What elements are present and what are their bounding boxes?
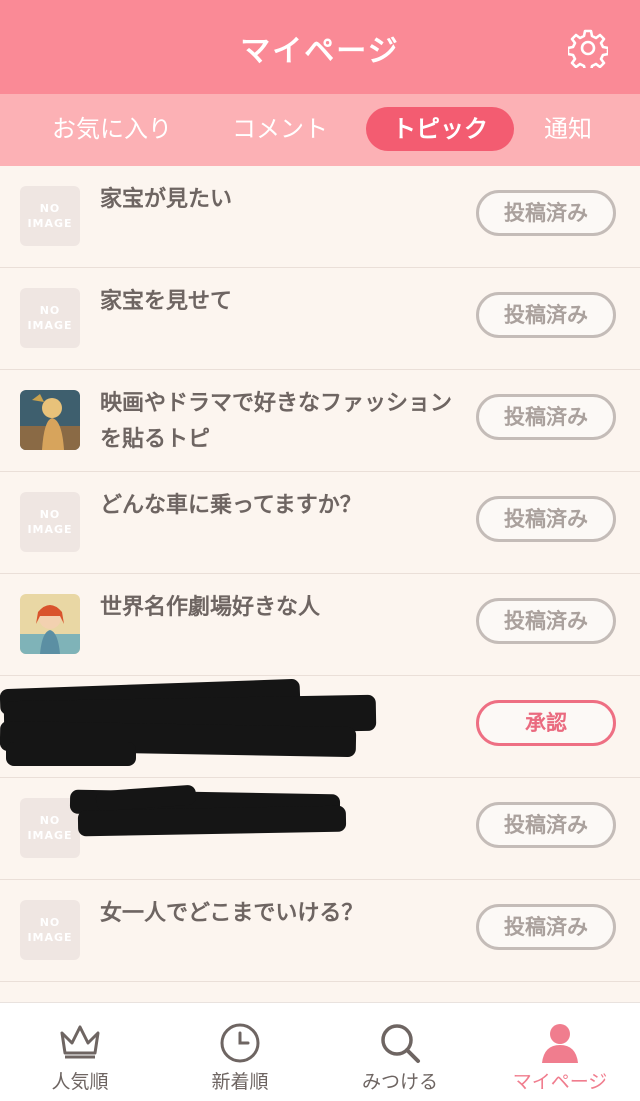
nav-label: マイページ: [512, 1071, 608, 1093]
tab-favorites[interactable]: お気に入り: [40, 107, 184, 151]
topic-title: 女一人でどこまでいける？: [100, 901, 364, 926]
tab-bar: お気に入り コメント トピック 通知: [0, 94, 640, 166]
tab-topics[interactable]: トピック: [366, 107, 514, 151]
topic-thumbnail: [20, 390, 80, 450]
nav-search[interactable]: みつける: [320, 1003, 480, 1101]
tab-comments[interactable]: コメント: [220, 107, 340, 151]
bottom-nav: 人気順 新着順 みつける マイページ: [0, 1002, 640, 1101]
header: マイページ: [0, 0, 640, 94]
topic-title: 映画やドラマで好きなファッションを貼るトピ: [100, 391, 453, 452]
tab-notifications[interactable]: 通知: [534, 107, 602, 151]
nav-label: みつける: [361, 1071, 438, 1093]
list-item[interactable]: NO IMAGE 女一人でどこまでいける？ 投稿済み: [0, 880, 640, 982]
topic-title: 家宝を見せて: [100, 289, 233, 314]
topic-title: 世界名作劇場好きな人: [100, 595, 321, 620]
list-item[interactable]: NO IMAGE 家宝を見せて 投稿済み: [0, 268, 640, 370]
redaction-mark: [6, 742, 136, 766]
status-badge[interactable]: 投稿済み: [476, 394, 616, 440]
status-badge[interactable]: 投稿済み: [476, 802, 616, 848]
nav-mypage[interactable]: マイページ: [480, 1003, 640, 1101]
gear-icon[interactable]: [566, 28, 610, 73]
status-badge[interactable]: 投稿済み: [476, 190, 616, 236]
redaction-mark: [77, 805, 347, 837]
status-badge[interactable]: 投稿済み: [476, 598, 616, 644]
no-image-thumbnail: NO IMAGE: [20, 288, 80, 348]
nav-label: 新着順: [211, 1071, 269, 1093]
approve-button[interactable]: 承認: [476, 700, 616, 746]
no-image-thumbnail: NO IMAGE: [20, 900, 80, 960]
list-item[interactable]: 映画やドラマで好きなファッションを貼るトピ 投稿済み: [0, 370, 640, 472]
status-badge[interactable]: 投稿済み: [476, 292, 616, 338]
list-item[interactable]: NO IMAGE 家宝が見たい 投稿済み: [0, 166, 640, 268]
no-image-thumbnail: NO IMAGE: [20, 492, 80, 552]
search-icon: [381, 1024, 420, 1063]
nav-newest[interactable]: 新着順: [160, 1003, 320, 1101]
topic-title: どんな車に乗ってますか？: [100, 493, 362, 518]
crown-icon: [60, 1025, 100, 1059]
page-title: マイページ: [240, 34, 400, 69]
nav-popular[interactable]: 人気順: [0, 1003, 160, 1101]
list-item[interactable]: 承認: [0, 676, 640, 778]
status-badge[interactable]: 投稿済み: [476, 496, 616, 542]
no-image-thumbnail: NO IMAGE: [20, 186, 80, 246]
nav-label: 人気順: [51, 1071, 109, 1093]
user-icon: [542, 1024, 578, 1063]
clock-icon: [220, 1023, 260, 1063]
list-item[interactable]: NO IMAGE どんな車に乗ってますか？ 投稿済み: [0, 472, 640, 574]
status-badge[interactable]: 投稿済み: [476, 904, 616, 950]
list-item[interactable]: NO IMAGE 投稿済み: [0, 778, 640, 880]
list-item[interactable]: 世界名作劇場好きな人 投稿済み: [0, 574, 640, 676]
topic-list: NO IMAGE 家宝が見たい 投稿済み NO IMAGE 家宝を見せて 投稿済み …: [0, 166, 640, 1002]
topic-thumbnail: [20, 594, 80, 654]
topic-title: 家宝が見たい: [100, 187, 233, 212]
